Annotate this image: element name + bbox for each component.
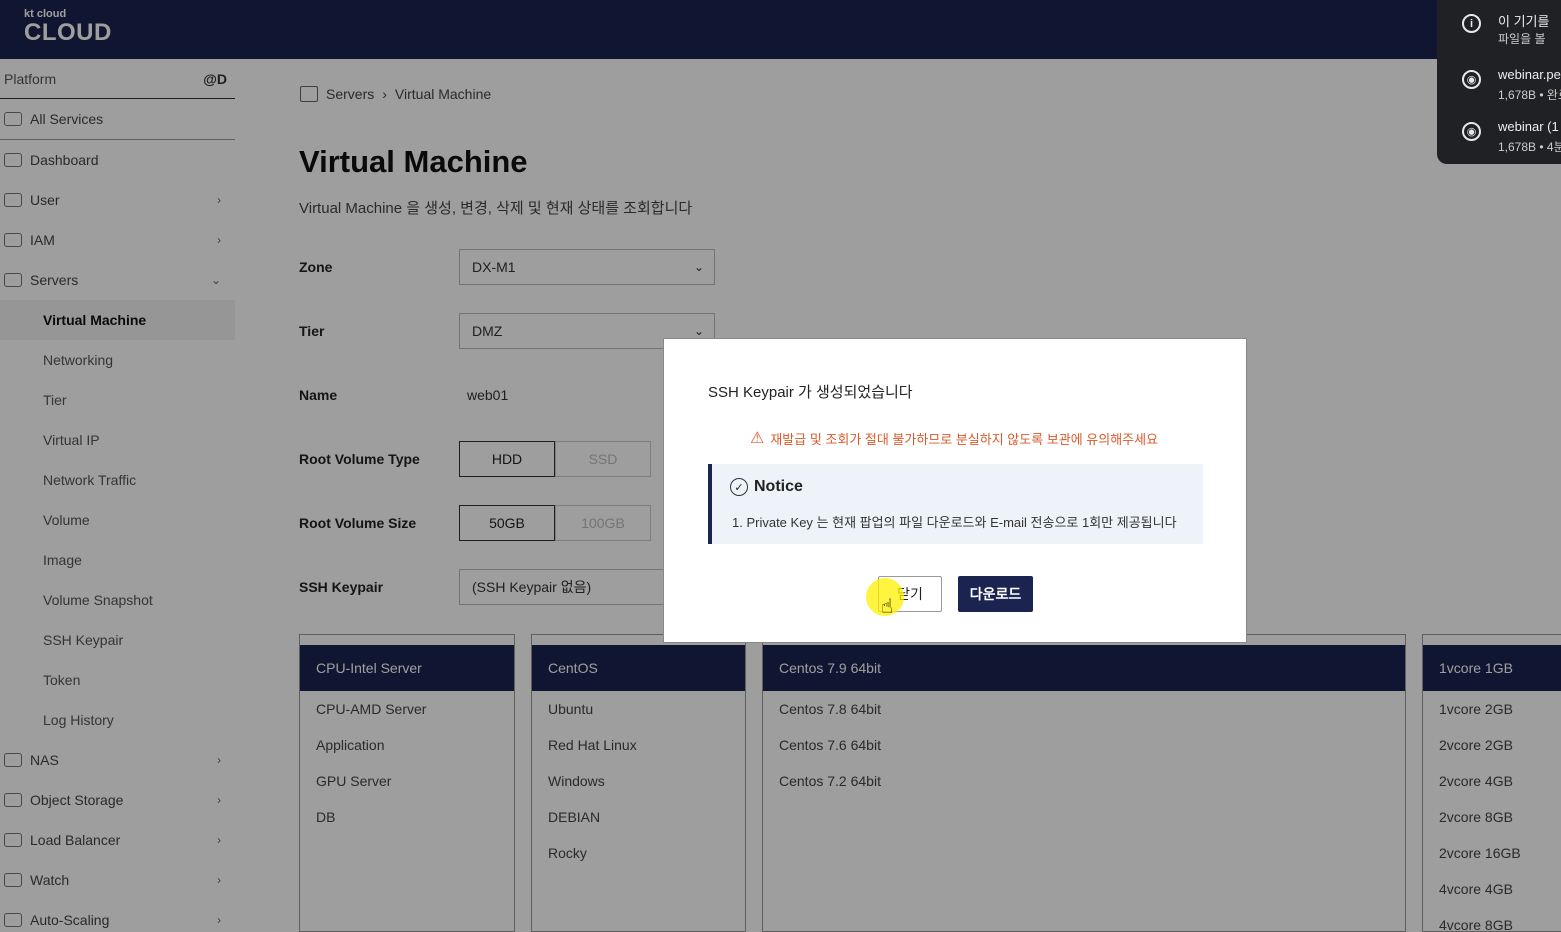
- modal-title: SSH Keypair 가 생성되었습니다: [708, 384, 913, 401]
- incognito-icon: ◉: [1462, 70, 1481, 89]
- ssh-keypair-modal: SSH Keypair 가 생성되었습니다 ⚠ 재발급 및 조회가 절대 불가하…: [663, 338, 1247, 643]
- notice-text: 1. Private Key 는 현재 팝업의 파일 다운로드와 E-mail …: [732, 515, 1177, 530]
- incognito-icon: ◉: [1462, 122, 1481, 141]
- download-item[interactable]: i 이 기기를 파일을 볼: [1437, 4, 1561, 54]
- warning-icon: ⚠: [750, 430, 765, 447]
- info-icon: i: [1462, 14, 1481, 33]
- notice-title: Notice: [754, 478, 803, 495]
- notice-header: ✓ Notice: [730, 478, 803, 496]
- warning-text: 재발급 및 조회가 절대 불가하므로 분실하지 않도록 보관에 유의해주세요: [770, 431, 1159, 447]
- hand-cursor-icon: ☝: [881, 596, 894, 618]
- download-button[interactable]: 다운로드: [958, 576, 1033, 612]
- browser-downloads-panel: i 이 기기를 파일을 볼 ◉ webinar.pe 1,678B • 완료 ◉…: [1437, 0, 1561, 164]
- warning-message: ⚠ 재발급 및 조회가 절대 불가하므로 분실하지 않도록 보관에 유의해주세요: [750, 428, 1158, 448]
- check-circle-icon: ✓: [730, 478, 748, 496]
- download-item[interactable]: ◉ webinar.pe 1,678B • 완료: [1437, 60, 1561, 110]
- notice-box: ✓ Notice 1. Private Key 는 현재 팝업의 파일 다운로드…: [708, 464, 1203, 544]
- download-item[interactable]: ◉ webinar (1 1,678B • 4분: [1437, 112, 1561, 162]
